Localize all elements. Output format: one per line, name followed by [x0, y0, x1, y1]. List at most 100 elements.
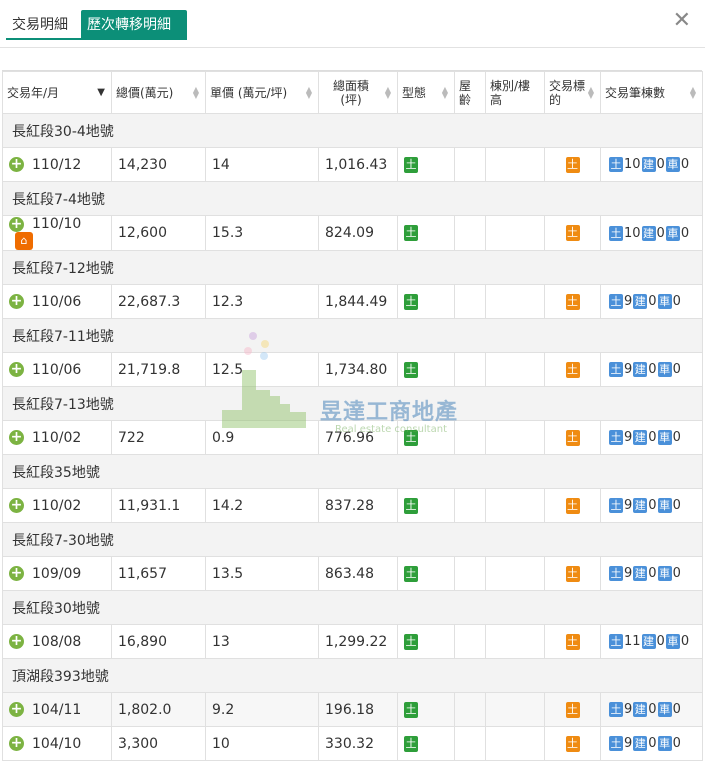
cell-total-price: 14,230	[111, 147, 206, 182]
column-header-label: 棟別/樓高	[490, 78, 531, 107]
land-count-badge: 土	[609, 362, 623, 377]
land-count-badge: 土	[609, 634, 623, 649]
land-type-badge: 土	[404, 735, 418, 752]
expand-plus-icon[interactable]: +	[9, 430, 24, 445]
cell-age	[454, 420, 486, 455]
table-row[interactable]: +104/10 3,300 10 330.32 土土土 9 建 0 車 0	[2, 726, 703, 761]
building-count: 0	[648, 362, 657, 377]
expand-plus-icon[interactable]: +	[9, 566, 24, 581]
land-count-badge: 土	[609, 498, 623, 513]
parcel-name: 長紅段7-30地號	[2, 522, 703, 557]
column-header-8[interactable]: 交易筆棟數 ▲ ▼	[600, 71, 703, 114]
cell-total-price: 21,719.8	[111, 352, 206, 387]
parcel-name: 長紅段7-11地號	[2, 318, 703, 353]
expand-plus-icon[interactable]: +	[9, 498, 24, 513]
column-header-0[interactable]: 交易年/月 ▼	[2, 71, 112, 114]
year-month: 110/06	[32, 361, 82, 378]
column-header-2[interactable]: 單價 (萬元/坪) ▲ ▼	[205, 71, 319, 114]
column-header-label: 交易標的	[549, 78, 586, 107]
expand-plus-icon[interactable]: +	[9, 157, 24, 172]
parking-count-badge: 車	[657, 736, 672, 751]
cell-building-floor	[485, 352, 545, 387]
table-row[interactable]: +104/11 1,802.0 9.2 196.18 土土土 9 建 0 車 0	[2, 692, 703, 727]
table-row[interactable]: +110/02 722 0.9 776.96 土土土 9 建 0 車 0	[2, 420, 703, 455]
land-count-badge: 土	[609, 702, 623, 717]
cell-counts: 土 10 建 0 車 0	[600, 215, 703, 251]
cell-type: 土	[397, 284, 455, 319]
sort-icon[interactable]: ▲ ▼	[385, 85, 391, 99]
year-month: 109/09	[32, 565, 82, 582]
land-count: 9	[624, 498, 633, 513]
table-row[interactable]: +110/12 14,230 14 1,016.43 土土土 10 建 0 車 0	[2, 147, 703, 182]
table-row[interactable]: +109/09 11,657 13.5 863.48 土土土 9 建 0 車 0	[2, 556, 703, 591]
sort-icon[interactable]: ▲ ▼	[306, 85, 312, 99]
cell-year-month: +110/12	[2, 147, 112, 182]
group-row: 長紅段7-4地號	[2, 181, 703, 216]
tab-transfer-history[interactable]: 歷次轉移明細	[81, 10, 187, 40]
cell-age	[454, 624, 486, 659]
house-search-icon[interactable]: ⌂	[15, 232, 33, 250]
year-month: 104/11	[32, 701, 82, 718]
building-count-badge: 建	[633, 430, 648, 445]
column-header-label: 交易年/月	[7, 85, 60, 100]
sort-icon[interactable]: ▲ ▼	[193, 85, 199, 99]
expand-plus-icon[interactable]: +	[9, 294, 24, 309]
cell-total-area: 196.18	[318, 692, 398, 727]
cell-unit-price: 15.3	[205, 215, 319, 251]
cell-unit-price: 9.2	[205, 692, 319, 727]
parking-count-badge: 車	[665, 225, 680, 241]
land-count: 9	[624, 566, 633, 581]
building-count: 0	[648, 498, 657, 513]
year-month: 104/10	[32, 735, 82, 752]
table-row[interactable]: +110/06 21,719.8 12.5 1,734.80 土土土 9 建 0 車 0	[2, 352, 703, 387]
parking-count: 0	[672, 702, 681, 717]
table-row[interactable]: +110/10⌂ 12,600 15.3 824.09 土土土 10 建 0 車 0	[2, 215, 703, 251]
cell-target: 土	[544, 420, 601, 455]
expand-plus-icon[interactable]: +	[9, 736, 24, 751]
parking-count: 0	[672, 498, 681, 513]
cell-year-month: +110/02	[2, 488, 112, 523]
target-land-badge: 土	[565, 735, 580, 752]
cell-type: 土	[397, 556, 455, 591]
cell-total-price: 722	[111, 420, 206, 455]
expand-plus-icon[interactable]: +	[9, 702, 24, 717]
parking-count: 0	[672, 294, 681, 309]
land-count: 9	[624, 362, 633, 377]
tab-transaction-details[interactable]: 交易明細	[6, 10, 81, 40]
group-row: 長紅段7-13地號	[2, 386, 703, 421]
building-count-badge: 建	[633, 362, 648, 377]
parcel-name: 長紅段7-12地號	[2, 250, 703, 285]
cell-unit-price: 14.2	[205, 488, 319, 523]
table-row[interactable]: +110/02 11,931.1 14.2 837.28 土土土 9 建 0 車 0	[2, 488, 703, 523]
sort-icon[interactable]: ▲ ▼	[442, 85, 448, 99]
cell-target: 土	[544, 215, 601, 251]
cell-age	[454, 215, 486, 251]
sort-desc-icon[interactable]: ▼	[97, 87, 105, 97]
land-count: 9	[624, 430, 633, 445]
column-header-3[interactable]: 總面積 (坪) ▲ ▼	[318, 71, 398, 114]
expand-plus-icon[interactable]: +	[9, 634, 24, 649]
year-month: 108/08	[32, 633, 82, 650]
building-count-badge: 建	[641, 225, 656, 241]
cell-age	[454, 147, 486, 182]
expand-plus-icon[interactable]: +	[9, 216, 24, 232]
land-count: 9	[624, 294, 633, 309]
building-count: 0	[648, 566, 657, 581]
parking-count-badge: 車	[657, 702, 672, 717]
close-icon[interactable]: ✕	[673, 8, 691, 33]
table-row[interactable]: +110/06 22,687.3 12.3 1,844.49 土土土 9 建 0 車 0	[2, 284, 703, 319]
target-land-badge: 土	[565, 156, 580, 173]
cell-total-price: 22,687.3	[111, 284, 206, 319]
expand-plus-icon[interactable]: +	[9, 362, 24, 377]
column-header-7[interactable]: 交易標的 ▲ ▼	[544, 71, 601, 114]
land-count-badge: 土	[609, 225, 623, 241]
sort-icon[interactable]: ▲ ▼	[588, 85, 594, 99]
parcel-name: 長紅段35地號	[2, 454, 703, 489]
column-header-1[interactable]: 總價(萬元) ▲ ▼	[111, 71, 206, 114]
sort-icon[interactable]: ▲ ▼	[690, 85, 696, 99]
parcel-name: 長紅段7-13地號	[2, 386, 703, 421]
cell-year-month: +110/10⌂	[2, 215, 112, 251]
cell-unit-price: 10	[205, 726, 319, 761]
column-header-4[interactable]: 型態 ▲ ▼	[397, 71, 455, 114]
table-row[interactable]: +108/08 16,890 13 1,299.22 土土土 11 建 0 車 0	[2, 624, 703, 659]
